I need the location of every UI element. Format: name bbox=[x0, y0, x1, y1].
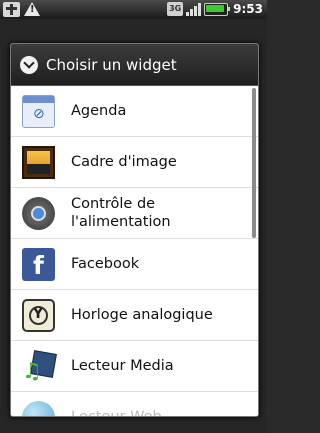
facebook-icon: f bbox=[22, 247, 55, 281]
list-item-controle-alimentation[interactable]: Contrôle de l'alimentation bbox=[11, 188, 258, 239]
list-item-facebook[interactable]: f Facebook bbox=[11, 239, 258, 290]
power-control-icon bbox=[22, 196, 55, 230]
picture-frame-icon bbox=[22, 145, 55, 179]
status-clock: 9:53 bbox=[233, 2, 263, 16]
battery-icon bbox=[204, 2, 231, 16]
list-item-label: Lecteur Media bbox=[71, 358, 174, 374]
3g-icon: 3G bbox=[167, 2, 184, 16]
list-item-label: Agenda bbox=[71, 103, 127, 119]
dialog-title: Choisir un widget bbox=[46, 55, 177, 74]
warning-icon: ! bbox=[24, 2, 40, 16]
calendar-icon: ⊘ bbox=[22, 94, 55, 128]
media-player-icon bbox=[22, 350, 55, 384]
widget-chooser-dialog: Choisir un widget ⊘ Agenda Cadre d'image… bbox=[10, 43, 259, 417]
list-scrollbar[interactable] bbox=[252, 88, 256, 238]
list-item-label: Contrôle de l'alimentation bbox=[71, 196, 171, 230]
list-item-label: Facebook bbox=[71, 256, 140, 272]
usb-icon bbox=[3, 2, 20, 17]
list-item-label: Cadre d'image bbox=[71, 154, 177, 170]
dialog-title-bar: Choisir un widget bbox=[11, 44, 258, 86]
list-item-agenda[interactable]: ⊘ Agenda bbox=[11, 86, 258, 137]
list-item-cadre-image[interactable]: Cadre d'image bbox=[11, 137, 258, 188]
widget-chevron-icon bbox=[20, 55, 38, 74]
widget-list[interactable]: ⊘ Agenda Cadre d'image Contrôle de l'ali… bbox=[11, 86, 258, 416]
signal-icon bbox=[186, 2, 202, 16]
list-item-lecteur-web[interactable]: Lecteur Web bbox=[11, 392, 258, 416]
list-item-label: Horloge analogique bbox=[71, 307, 213, 323]
status-bar: ! 3G 9:53 bbox=[0, 0, 267, 19]
analog-clock-icon bbox=[22, 298, 55, 332]
list-item-horloge-analogique[interactable]: Horloge analogique bbox=[11, 290, 258, 341]
list-item-label: Lecteur Web bbox=[71, 408, 162, 416]
list-item-lecteur-media[interactable]: Lecteur Media bbox=[11, 341, 258, 392]
globe-icon bbox=[22, 400, 55, 416]
